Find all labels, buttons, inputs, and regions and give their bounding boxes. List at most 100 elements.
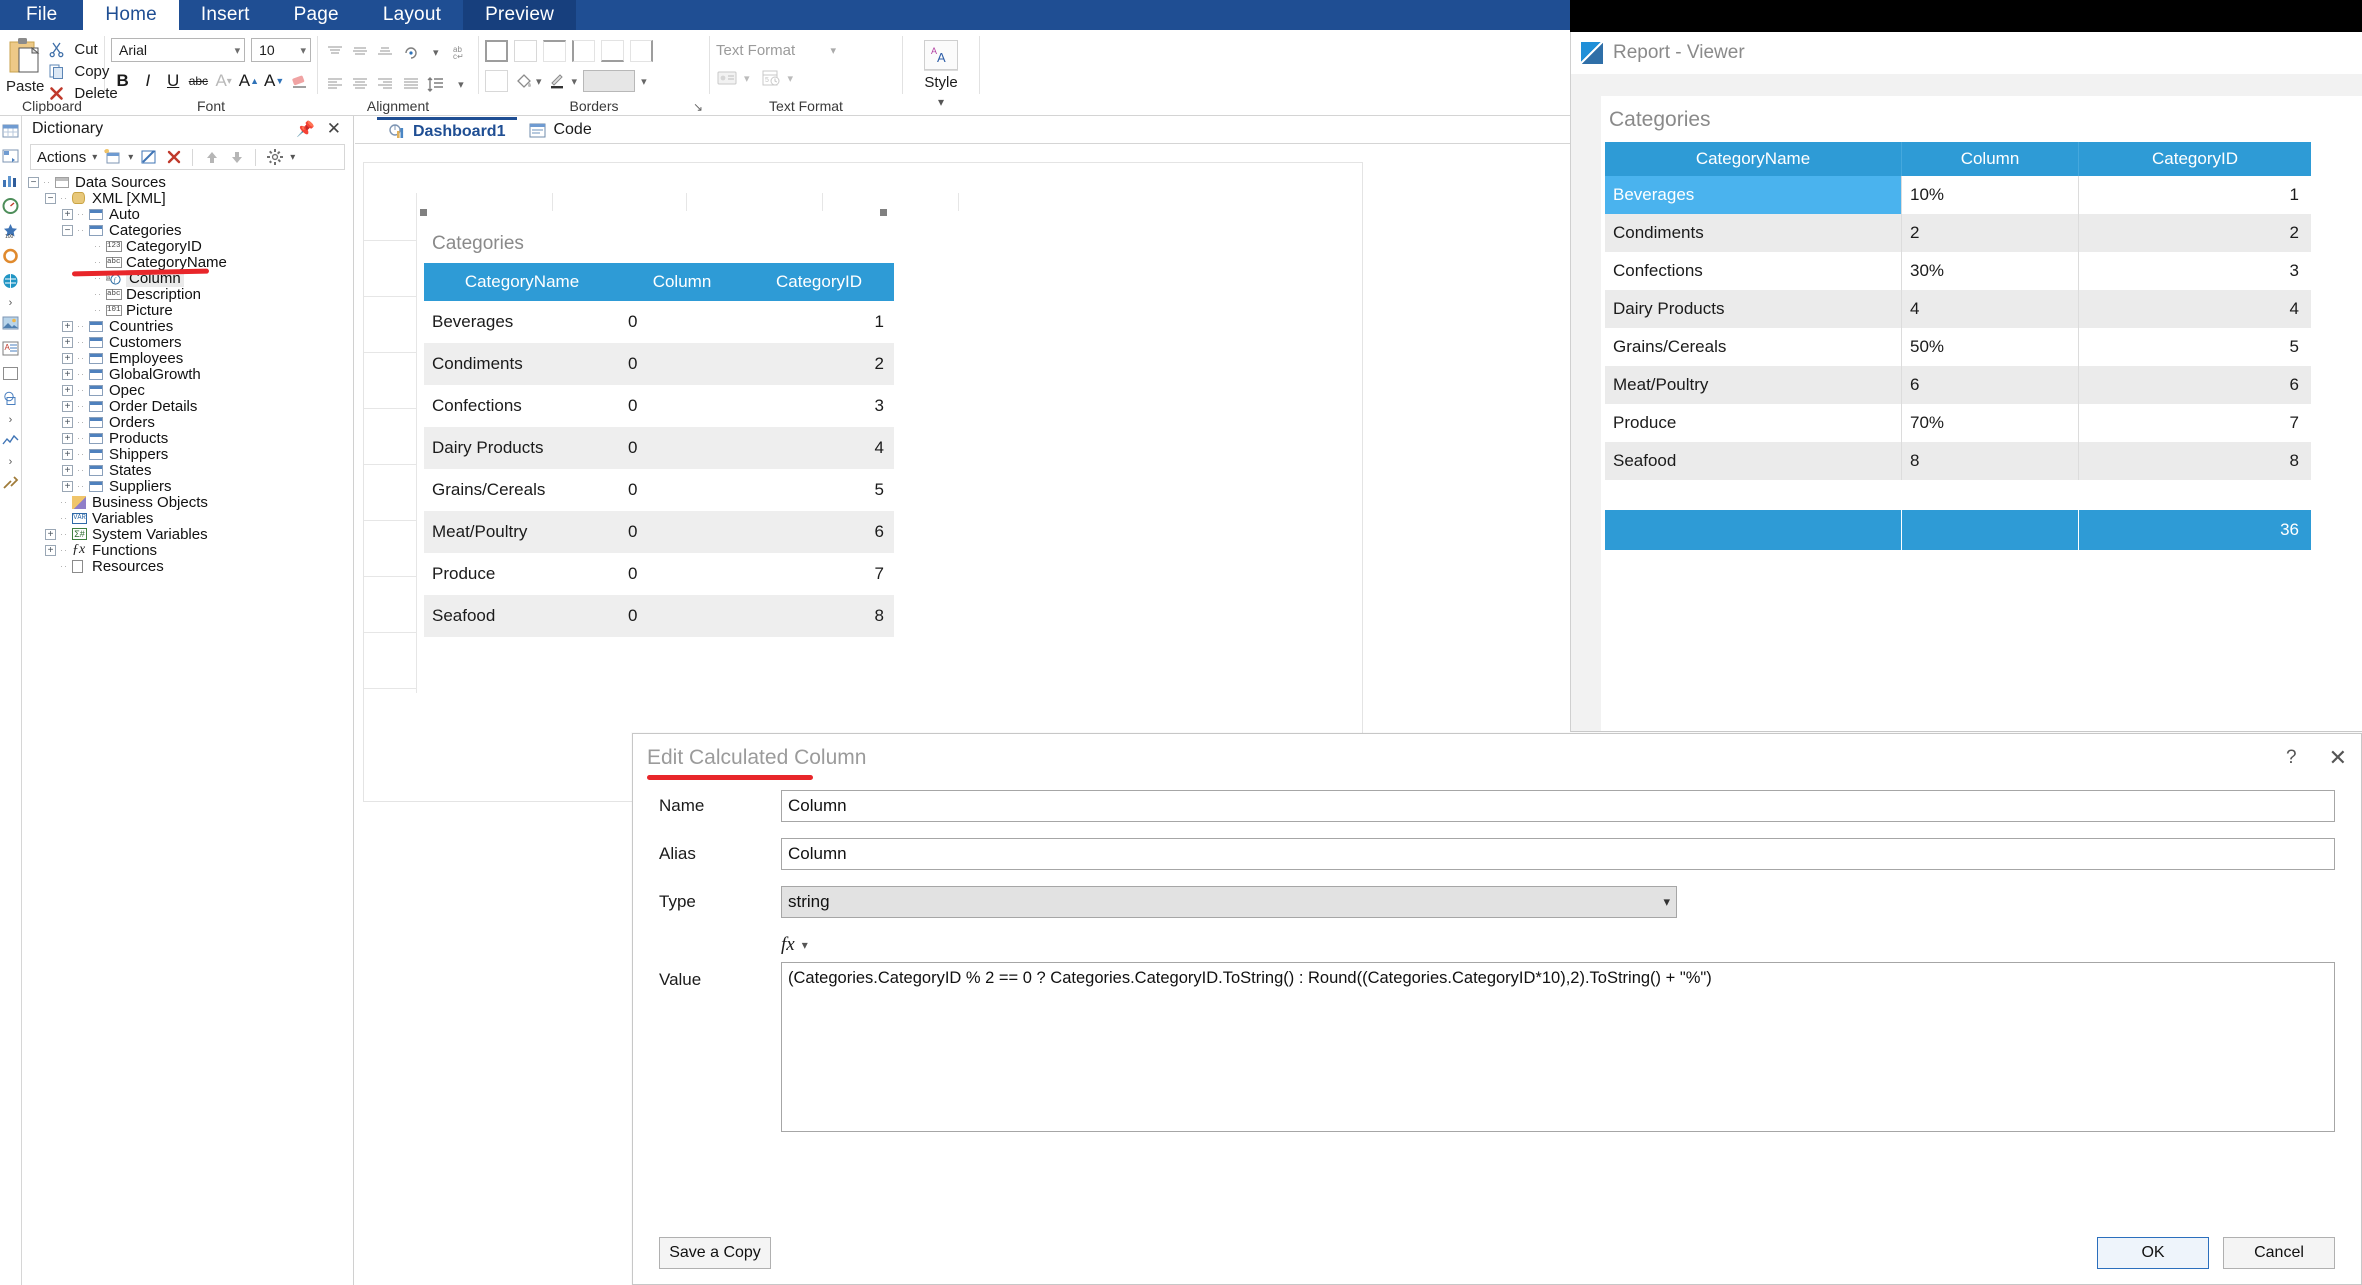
gauge-icon[interactable]: [2, 197, 20, 215]
chevron-down-icon[interactable]: ▾: [290, 152, 295, 163]
border-right-icon[interactable]: [630, 40, 653, 62]
align-bottom-icon[interactable]: [374, 40, 396, 64]
paste-button[interactable]: Paste: [6, 34, 44, 95]
panel-icon[interactable]: [2, 364, 20, 382]
tree-node-description[interactable]: ·· abc Description: [28, 286, 353, 303]
text-format-card-button[interactable]: ▾: [716, 69, 750, 87]
bold-button[interactable]: B: [111, 68, 134, 94]
rail-expand-icon-3[interactable]: ›: [9, 456, 13, 468]
italic-button[interactable]: I: [136, 68, 159, 94]
viewer-table-row[interactable]: Condiments 2 2: [1605, 214, 2311, 252]
border-outline-icon[interactable]: [485, 70, 508, 92]
map-icon[interactable]: [2, 272, 20, 290]
tab-insert[interactable]: Insert: [179, 0, 272, 30]
viewer-table-row[interactable]: Seafood 8 8: [1605, 442, 2311, 480]
tools-icon[interactable]: [2, 473, 20, 491]
tree-node-categories[interactable]: − ·· Categories: [28, 222, 353, 239]
tree-node-categoryid[interactable]: ·· 123 CategoryID: [28, 238, 353, 255]
expand-icon[interactable]: +: [62, 400, 73, 412]
indicator-icon[interactable]: 100: [2, 222, 20, 240]
alias-input[interactable]: Column: [781, 838, 2335, 870]
tree-node-xml-xml-[interactable]: − ·· XML [XML]: [28, 190, 353, 207]
expand-icon[interactable]: +: [62, 352, 73, 364]
underline-button[interactable]: U: [162, 68, 185, 94]
expand-icon[interactable]: +: [62, 464, 73, 476]
chart-icon[interactable]: [2, 172, 20, 190]
increase-font-size-button[interactable]: A ▲: [237, 68, 260, 94]
tree-node-opec[interactable]: + ·· Opec: [28, 382, 353, 399]
move-down-icon[interactable]: [227, 148, 246, 167]
tree-node-resources[interactable]: ·· Resources: [28, 558, 353, 575]
cross-tab-icon[interactable]: [2, 147, 20, 165]
design-table-row[interactable]: Produce 0 7: [424, 553, 894, 595]
expand-icon[interactable]: +: [62, 208, 73, 220]
collapse-icon[interactable]: −: [45, 192, 56, 204]
tree-node-data-sources[interactable]: − ·· Data Sources: [28, 174, 353, 191]
border-left-icon[interactable]: [572, 40, 595, 62]
selection-handle-right[interactable]: [880, 209, 887, 216]
border-all-icon[interactable]: [485, 40, 508, 62]
chevron-down-icon[interactable]: ▾: [641, 75, 647, 88]
viewer-table-row[interactable]: Dairy Products 4 4: [1605, 290, 2311, 328]
data-band-icon[interactable]: [2, 122, 20, 140]
align-center-icon[interactable]: [349, 72, 371, 96]
rotate-dropdown-icon[interactable]: ▾: [425, 40, 447, 64]
border-none-icon[interactable]: [514, 40, 537, 62]
line-spacing-icon[interactable]: [425, 72, 447, 96]
decrease-font-size-button[interactable]: A ▼: [263, 68, 286, 94]
tree-node-picture[interactable]: ·· 101 Picture: [28, 302, 353, 319]
viewer-table[interactable]: CategoryName Column CategoryID Beverages 10%…: [1605, 142, 2311, 550]
collapse-icon[interactable]: −: [62, 224, 73, 236]
expand-icon[interactable]: +: [62, 336, 73, 348]
tree-node-order-details[interactable]: + ·· Order Details: [28, 398, 353, 415]
expand-icon[interactable]: +: [62, 368, 73, 380]
help-icon[interactable]: ?: [2286, 747, 2297, 769]
cancel-button[interactable]: Cancel: [2223, 1237, 2335, 1269]
tree-node-employees[interactable]: + ·· Employees: [28, 350, 353, 367]
viewer-table-row[interactable]: Meat/Poultry 6 6: [1605, 366, 2311, 404]
border-top-icon[interactable]: [543, 40, 566, 62]
edit-icon[interactable]: [139, 148, 158, 167]
sparkline-icon[interactable]: [2, 431, 20, 449]
image-icon[interactable]: [2, 314, 20, 332]
clear-formatting-icon[interactable]: [288, 68, 311, 94]
design-table-row[interactable]: Confections 0 3: [424, 385, 894, 427]
rotate-text-icon[interactable]: [400, 40, 422, 64]
tree-node-globalgrowth[interactable]: + ·· GlobalGrowth: [28, 366, 353, 383]
tab-page[interactable]: Page: [272, 0, 361, 30]
selection-handle[interactable]: [420, 209, 427, 216]
viewer-table-row[interactable]: Confections 30% 3: [1605, 252, 2311, 290]
tab-preview[interactable]: Preview: [463, 0, 577, 30]
value-expression-textarea[interactable]: (Categories.CategoryID % 2 == 0 ? Catego…: [781, 962, 2335, 1132]
tree-node-suppliers[interactable]: + ·· Suppliers: [28, 478, 353, 495]
border-bottom-icon[interactable]: [601, 40, 624, 62]
actions-menu-button[interactable]: Actions ▾: [37, 149, 97, 166]
close-icon[interactable]: ✕: [2329, 745, 2347, 771]
border-style-preview[interactable]: [583, 70, 636, 92]
report-page[interactable]: Categories CategoryName Column CategoryID Be…: [363, 162, 1363, 802]
type-select[interactable]: string ▾: [781, 886, 1677, 918]
wrap-text-icon[interactable]: ab c↵: [450, 40, 472, 64]
rail-expand-icon-2[interactable]: ›: [9, 414, 13, 426]
tree-node-states[interactable]: + ·· States: [28, 462, 353, 479]
tab-layout[interactable]: Layout: [361, 0, 463, 30]
gear-icon[interactable]: [265, 148, 284, 167]
font-name-combo[interactable]: Arial ▾: [111, 38, 246, 62]
expand-icon[interactable]: +: [45, 544, 56, 556]
text-format-combo[interactable]: Text Format ▾: [716, 42, 836, 59]
design-table-row[interactable]: Seafood 0 8: [424, 595, 894, 637]
rail-expand-icon[interactable]: ›: [9, 297, 13, 309]
tab-code[interactable]: Code: [517, 117, 604, 143]
expand-icon[interactable]: +: [62, 448, 73, 460]
expand-icon[interactable]: +: [45, 528, 56, 540]
strikethrough-button[interactable]: abc: [187, 68, 210, 94]
viewer-table-row[interactable]: Grains/Cereals 50% 5: [1605, 328, 2311, 366]
tree-node-variables[interactable]: ·· VAR Variables: [28, 510, 353, 527]
tree-node-functions[interactable]: + ·· ƒx Functions: [28, 542, 353, 559]
close-icon[interactable]: ✕: [327, 119, 341, 139]
design-table-row[interactable]: Meat/Poultry 0 6: [424, 511, 894, 553]
align-middle-icon[interactable]: [349, 40, 371, 64]
new-item-icon[interactable]: [103, 148, 122, 167]
design-table-row[interactable]: Dairy Products 0 4: [424, 427, 894, 469]
font-size-combo[interactable]: 10 ▾: [251, 38, 311, 62]
